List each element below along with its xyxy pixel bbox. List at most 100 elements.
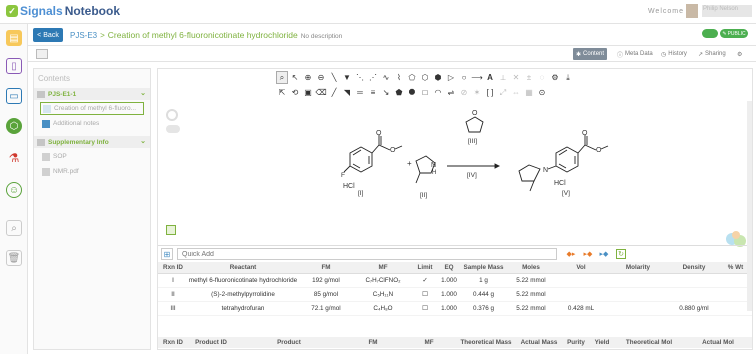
experiment-id-link[interactable]: PJS-E3 [70, 31, 97, 40]
col-header[interactable]: FM [344, 337, 402, 348]
back-button[interactable]: < Back [33, 28, 63, 42]
cell-reactant[interactable]: tetrahydrofuran [188, 301, 298, 316]
table-row[interactable]: I methyl 6-fluoronicotinate hydrochlorid… [158, 273, 752, 288]
zoom-in-icon[interactable]: ⊕ [302, 71, 314, 84]
col-header[interactable]: Moles [507, 262, 555, 274]
cell-molarity[interactable] [607, 273, 669, 288]
cell-sample-mass[interactable]: 0.444 g [460, 287, 507, 302]
public-badge[interactable]: ✎ PUBLIC [720, 29, 748, 38]
eraser-icon[interactable]: ⌫ [315, 86, 327, 99]
ring-info-icon[interactable]: ◌ [536, 71, 548, 84]
template-icon[interactable]: ▦ [523, 86, 535, 99]
home-icon[interactable]: ▤ [6, 30, 22, 46]
cell-eq[interactable]: 1.000 [438, 301, 460, 316]
username[interactable]: Philip Nelson [702, 5, 752, 17]
add-product-icon[interactable]: ▸◆ [599, 249, 609, 259]
content-item-sop[interactable]: SOP [34, 150, 150, 163]
double-bond-icon[interactable]: ═ [354, 86, 366, 99]
col-header[interactable]: Yield [590, 337, 614, 348]
cell-moles[interactable]: 5.22 mmol [507, 273, 555, 288]
heptagon-icon[interactable]: ⬠ [406, 71, 418, 84]
content-item-nmr[interactable]: NMR.pdf [34, 165, 150, 178]
col-header[interactable]: Actual Mol [684, 337, 752, 348]
settings-icon[interactable]: ⚙ [549, 71, 561, 84]
square-icon[interactable]: □ [419, 86, 431, 99]
limit-checkbox[interactable]: ✓ [412, 273, 438, 288]
col-header[interactable]: MF [402, 337, 456, 348]
hashed-bond-icon[interactable]: ⋰ [367, 71, 379, 84]
page-title[interactable]: Creation of methyl 6-fluoronicotinate hy… [108, 30, 298, 40]
fit-icon[interactable]: ⇔ [510, 86, 522, 99]
chain-icon[interactable]: ⌇ [393, 71, 405, 84]
col-header[interactable]: Reactant [188, 262, 298, 274]
cleanup-icon[interactable]: ⟂ [497, 71, 509, 84]
octagon-icon[interactable]: ⯃ [406, 86, 418, 99]
col-header[interactable]: Actual Mass [516, 337, 562, 348]
section-header[interactable]: PJS-E1-1 ⌄ [34, 88, 150, 100]
col-header[interactable]: Sample Mass [460, 262, 507, 274]
equilibrium-icon[interactable]: ⇌ [445, 86, 457, 99]
arc-icon[interactable]: ◠ [432, 86, 444, 99]
lasso-icon[interactable]: ⌕ [276, 71, 288, 84]
cell-molarity[interactable] [607, 287, 669, 302]
target-icon[interactable]: ⊙ [536, 86, 548, 99]
col-header[interactable]: MF [354, 262, 412, 274]
quick-add-input[interactable] [177, 248, 557, 260]
arrow-icon[interactable]: ↖ [289, 71, 301, 84]
dashed-bond-icon[interactable]: ⋱ [354, 71, 366, 84]
wedge-icon[interactable]: ◥ [341, 86, 353, 99]
cell-vol[interactable] [555, 287, 607, 302]
content-item-notes[interactable]: Additional notes [34, 117, 150, 130]
col-header[interactable]: Density [669, 262, 719, 274]
hexagon-icon[interactable]: ⬡ [6, 118, 22, 134]
col-header[interactable]: Rxn ID [158, 262, 188, 274]
wavy-bond-icon[interactable]: ∿ [380, 71, 392, 84]
expand-canvas-button[interactable] [166, 225, 176, 235]
cell-eq[interactable]: 1.000 [438, 273, 460, 288]
cell-eq[interactable]: 1.000 [438, 287, 460, 302]
col-header[interactable]: Vol [555, 262, 607, 274]
avatar[interactable] [686, 4, 698, 18]
cell-sample-mass[interactable]: 1 g [460, 273, 507, 288]
atom-label-icon[interactable]: ✕ [510, 71, 522, 84]
col-header[interactable]: EQ [438, 262, 460, 274]
cell-moles[interactable]: 5.22 mmol [507, 301, 555, 316]
hexagon-outline-icon[interactable]: ⬢ [432, 71, 444, 84]
cell-fm[interactable]: 192 g/mol [298, 273, 354, 288]
cell-molarity[interactable] [607, 301, 669, 316]
content-item-reaction[interactable]: Creation of methyl 6-fluoro... [40, 102, 144, 115]
col-header[interactable]: Theoretical Mass [456, 337, 516, 348]
export-icon[interactable]: ↻ [616, 249, 626, 259]
col-header[interactable]: Rxn ID [158, 337, 188, 348]
stereo-icon[interactable]: ✶ [471, 86, 483, 99]
cell-reactant[interactable]: methyl 6-fluoronicotinate hydrochloride [188, 273, 298, 288]
circle-icon[interactable]: ○ [458, 71, 470, 84]
select-icon[interactable]: ⇱ [276, 86, 288, 99]
zoom-out-icon[interactable]: ⊖ [315, 71, 327, 84]
col-header[interactable]: Theoretical Mol [614, 337, 684, 348]
notebook-icon[interactable]: ▯ [6, 58, 22, 74]
cell-vol[interactable] [555, 273, 607, 288]
charge-icon[interactable]: ± [523, 71, 535, 84]
reaction-canvas[interactable]: F HCl [I] O O + N H [II] O [III] [IV] N … [158, 101, 752, 247]
col-header[interactable]: Purity [562, 337, 590, 348]
gear-icon[interactable]: ⚙ [734, 48, 745, 60]
add-reagent-icon[interactable]: ▸◆ [583, 249, 593, 259]
col-header[interactable]: Molarity [607, 262, 669, 274]
flask-icon[interactable]: ⚗ [6, 150, 22, 166]
bond-up-icon[interactable]: ╱ [328, 86, 340, 99]
cell-reactant[interactable]: (S)-2-methylpyrrolidine [188, 287, 298, 302]
bold-bond-icon[interactable]: ▼ [341, 71, 353, 84]
expand-icon[interactable]: ⤢ [497, 86, 509, 99]
tab-history[interactable]: ◷ History [658, 48, 690, 60]
status-toggle[interactable] [702, 29, 718, 38]
or-icon[interactable]: ⊘ [458, 86, 470, 99]
panel-toggle-button[interactable] [36, 49, 48, 59]
table-row[interactable]: II (S)-2-methylpyrrolidine 85 g/mol C₅H₁… [158, 287, 752, 302]
search-icon[interactable]: ⌕ [6, 220, 22, 236]
col-header[interactable]: FM [298, 262, 354, 274]
cell-moles[interactable]: 5.22 mmol [507, 287, 555, 302]
text-tool-icon[interactable]: A [484, 71, 496, 84]
single-bond-icon[interactable]: ╲ [328, 71, 340, 84]
description[interactable]: No description [301, 33, 343, 40]
